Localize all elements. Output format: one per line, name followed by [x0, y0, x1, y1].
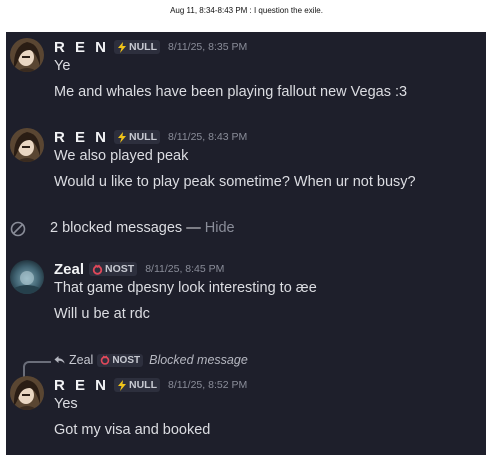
author-name[interactable]: R E N [54, 129, 109, 146]
message-text: Would u like to play peak sometime? When… [54, 174, 416, 190]
ring-icon [101, 355, 110, 365]
author-name[interactable]: R E N [54, 377, 109, 394]
timestamp: 8/11/25, 8:52 PM [168, 379, 248, 391]
lightning-icon [118, 131, 127, 143]
reply-arrow-icon [54, 356, 65, 364]
timestamp: 8/11/25, 8:35 PM [168, 41, 248, 53]
blocked-messages-label: 2 blocked messages — [50, 220, 201, 236]
server-tag[interactable]: NOST [89, 262, 138, 276]
server-tag[interactable]: NULL [114, 40, 161, 54]
server-tag[interactable]: NULL [114, 130, 161, 144]
chat-message: R E N NULL 8/11/25, 8:52 PM Yes Got my v… [6, 374, 486, 446]
screenshot-caption: Aug 11, 8:34-8:43 PM : I question the ex… [170, 6, 323, 15]
message-text: Me and whales have been playing fallout … [54, 84, 408, 100]
reply-blocked-note: Blocked message [149, 353, 248, 367]
message-text: We also played peak [54, 148, 189, 164]
lightning-icon [118, 41, 127, 53]
server-tag-label: NOST [105, 263, 135, 275]
timestamp: 8/11/25, 8:43 PM [168, 131, 248, 143]
author-name[interactable]: R E N [54, 39, 109, 56]
message-text: Ye [54, 58, 71, 74]
server-tag-label: NULL [129, 131, 158, 143]
server-tag-label: NULL [129, 41, 158, 53]
chat-message: R E N NULL 8/11/25, 8:43 PM We also play… [6, 126, 486, 196]
server-tag[interactable]: NOST [97, 353, 144, 367]
chat-log: R E N NULL 8/11/25, 8:35 PM Ye Me and wh… [6, 32, 486, 455]
chat-message: Zeal NOST 8/11/25, 8:45 PM That game dpe… [6, 258, 486, 328]
message-text: That game dpesny look interesting to æe [54, 280, 317, 296]
lightning-icon [118, 379, 127, 391]
author-name[interactable]: Zeal [54, 261, 84, 278]
message-text: Will u be at rdc [54, 306, 150, 322]
hide-blocked-link[interactable]: Hide [205, 220, 235, 236]
message-text: Got my visa and booked [54, 422, 211, 438]
ring-icon [92, 264, 103, 275]
reply-author[interactable]: Zeal [69, 353, 93, 367]
avatar[interactable] [10, 260, 44, 294]
avatar[interactable] [10, 38, 44, 72]
server-tag-label: NOST [112, 354, 141, 366]
chat-message: R E N NULL 8/11/25, 8:35 PM Ye Me and wh… [6, 36, 486, 106]
reply-reference[interactable]: Zeal NOST Blocked message [6, 352, 486, 377]
message-text: Yes [54, 396, 78, 412]
avatar[interactable] [10, 376, 44, 410]
avatar[interactable] [10, 128, 44, 162]
server-tag-label: NULL [129, 379, 158, 391]
timestamp: 8/11/25, 8:45 PM [145, 263, 225, 275]
blocked-messages-row: 2 blocked messages — Hide [6, 218, 486, 240]
server-tag[interactable]: NULL [114, 378, 161, 392]
blocked-icon [10, 221, 26, 242]
